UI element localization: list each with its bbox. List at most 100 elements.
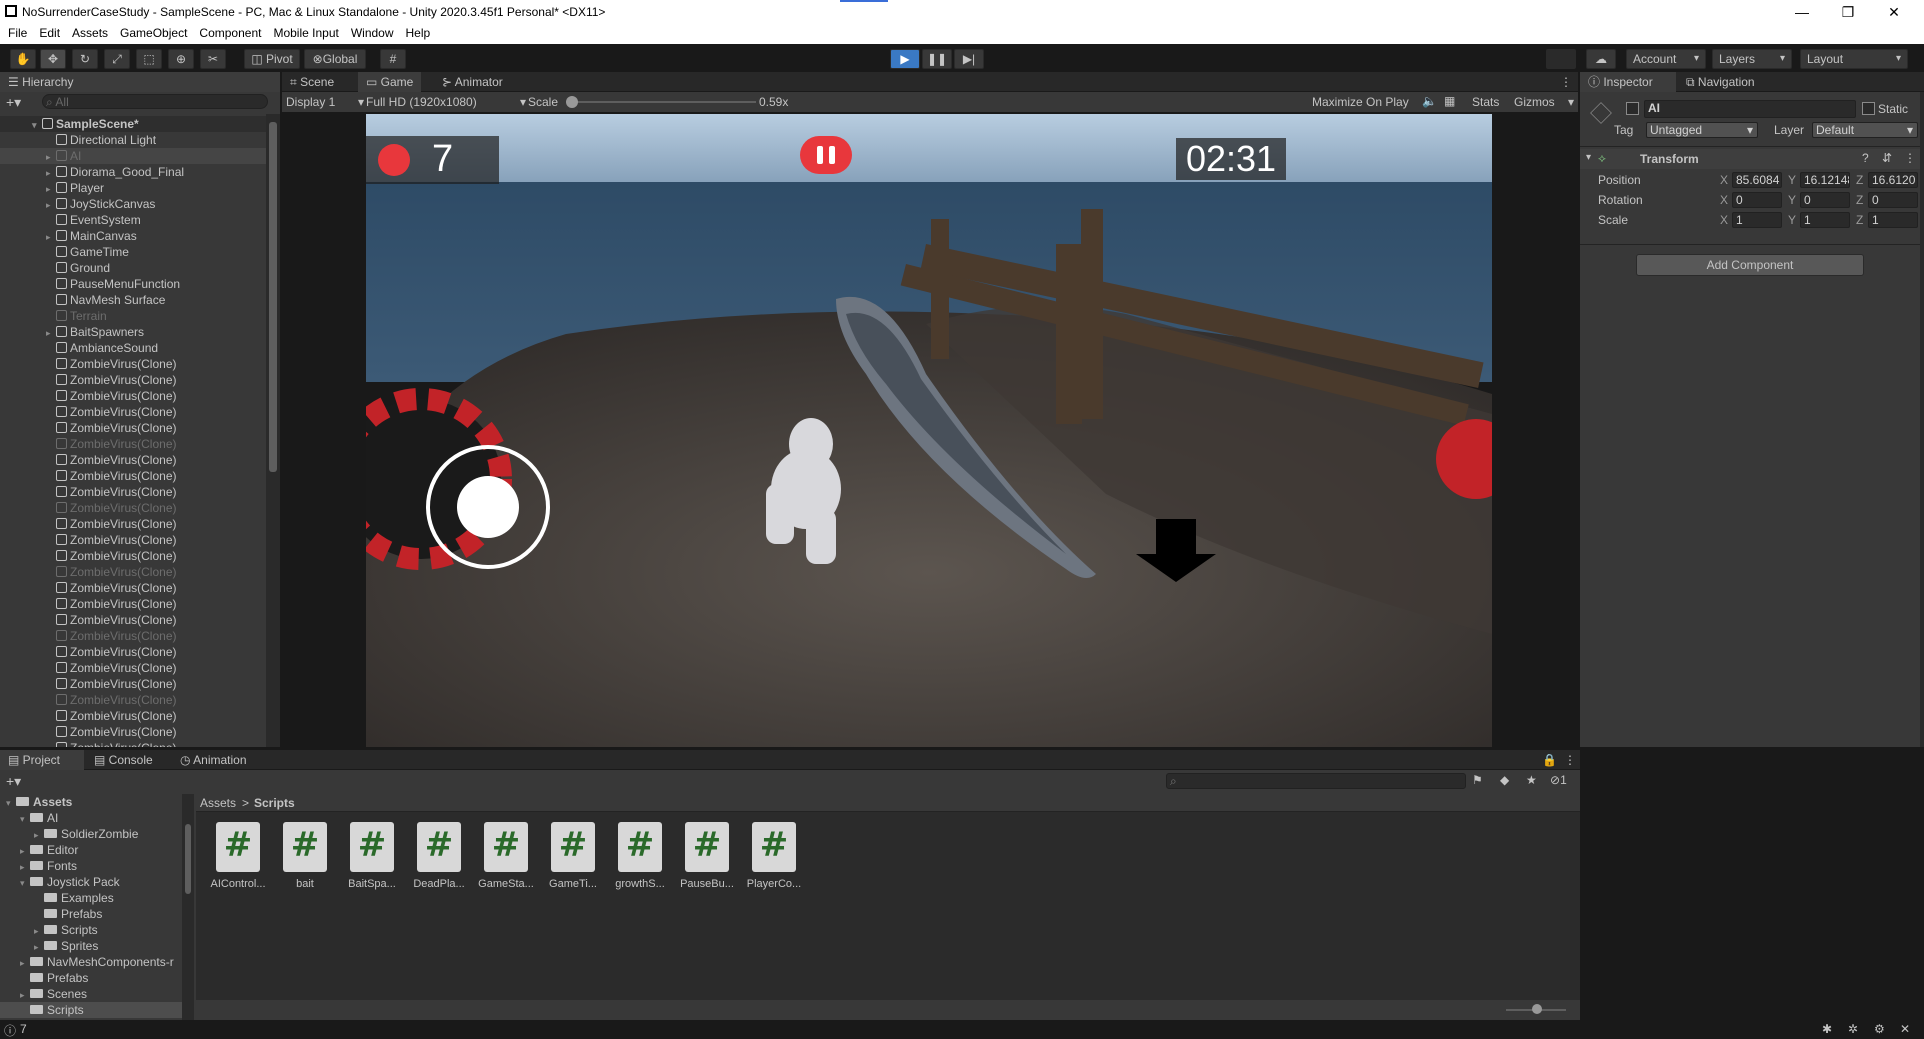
csharp-script-icon[interactable]: # (417, 822, 461, 872)
hierarchy-item[interactable]: ZombieVirus(Clone) (0, 612, 266, 628)
rect-tool-icon[interactable]: ⬚ (136, 49, 162, 69)
help-icon[interactable]: ? (1862, 151, 1869, 165)
hierarchy-item[interactable]: ZombieVirus(Clone) (0, 420, 266, 436)
hierarchy-item[interactable]: Terrain (0, 308, 266, 324)
csharp-script-icon[interactable]: # (752, 822, 796, 872)
scale-slider-handle[interactable] (566, 96, 578, 108)
csharp-script-icon[interactable]: # (618, 822, 662, 872)
folder-expand-icon[interactable]: ▾ (20, 811, 30, 827)
tab-game[interactable]: ▭ Game (358, 72, 422, 92)
position-z-field[interactable]: 16.6120 (1868, 172, 1918, 188)
grid-snap-icon[interactable]: # (380, 49, 406, 69)
hierarchy-item[interactable]: ▸ JoyStickCanvas (0, 196, 266, 212)
tab-animator[interactable]: ⊱ Animator (434, 72, 511, 92)
scale-z-field[interactable]: 1 (1868, 212, 1918, 228)
hierarchy-item[interactable]: ▸ BaitSpawners (0, 324, 266, 340)
transform-header[interactable]: ▾ ⟡ Transform ? ⇵ ⋮ (1580, 149, 1924, 169)
static-checkbox[interactable] (1862, 102, 1875, 115)
account-dropdown[interactable]: Account (1626, 49, 1706, 69)
play-button[interactable]: ▶ (890, 49, 920, 69)
project-add-icon[interactable]: +▾ (6, 773, 21, 790)
rotation-z-field[interactable]: 0 (1868, 192, 1918, 208)
expand-arrow-icon[interactable]: ▸ (46, 229, 56, 245)
menu-assets[interactable]: Assets (64, 24, 112, 40)
resolution-dropdown[interactable]: Full HD (1920x1080) ▾ (366, 95, 526, 109)
game-viewport[interactable]: 7 02:31 (366, 114, 1492, 747)
hierarchy-item[interactable]: ZombieVirus(Clone) (0, 724, 266, 740)
project-folder-item[interactable]: ▾ Joystick Pack (0, 874, 182, 890)
project-menu-icon[interactable]: ⋮ (1556, 750, 1584, 770)
hierarchy-item[interactable]: ZombieVirus(Clone) (0, 388, 266, 404)
hierarchy-item[interactable]: ZombieVirus(Clone) (0, 372, 266, 388)
hierarchy-item[interactable]: ZombieVirus(Clone) (0, 676, 266, 692)
folder-expand-icon[interactable]: ▸ (20, 955, 30, 971)
hierarchy-item[interactable]: ▸ MainCanvas (0, 228, 266, 244)
csharp-script-icon[interactable]: # (484, 822, 528, 872)
favorite-icon[interactable]: ★ (1526, 773, 1537, 787)
project-folder-item[interactable]: Examples (0, 890, 182, 906)
hierarchy-item[interactable]: ZombieVirus(Clone) (0, 692, 266, 708)
project-folder-item[interactable]: ▸ Scripts (0, 922, 182, 938)
rotation-y-field[interactable]: 0 (1800, 192, 1850, 208)
folder-expand-icon[interactable]: ▸ (20, 987, 30, 1003)
project-folder-item[interactable]: ▸ NavMeshComponents-r (0, 954, 182, 970)
move-tool-icon[interactable]: ✥ (40, 49, 66, 69)
component-menu-icon[interactable]: ⋮ (1904, 151, 1916, 165)
hierarchy-item[interactable]: ZombieVirus(Clone) (0, 740, 266, 747)
tag-dropdown[interactable]: Untagged ▾ (1646, 122, 1758, 138)
hierarchy-item[interactable]: ZombieVirus(Clone) (0, 436, 266, 452)
hierarchy-item[interactable]: ▸ Player (0, 180, 266, 196)
bake-icon[interactable]: ✲ (1848, 1022, 1858, 1036)
project-folder-item[interactable]: ▾ Assets (0, 794, 182, 810)
step-button[interactable]: ▶| (954, 49, 984, 69)
hierarchy-item[interactable]: ZombieVirus(Clone) (0, 468, 266, 484)
maximize-button[interactable]: ❐ (1828, 2, 1868, 22)
hierarchy-item[interactable]: ZombieVirus(Clone) (0, 532, 266, 548)
folder-expand-icon[interactable]: ▸ (20, 859, 30, 875)
tab-project[interactable]: ▤ Project (0, 750, 84, 770)
hierarchy-item[interactable]: ZombieVirus(Clone) (0, 516, 266, 532)
maximize-on-play-toggle[interactable]: Maximize On Play (1312, 95, 1409, 109)
active-checkbox[interactable] (1626, 102, 1639, 115)
filter-type-icon[interactable]: ⚑ (1472, 773, 1483, 787)
expand-arrow-icon[interactable]: ▸ (46, 165, 56, 181)
hierarchy-item[interactable]: ZombieVirus(Clone) (0, 404, 266, 420)
position-x-field[interactable]: 85.6084 (1732, 172, 1782, 188)
preset-icon[interactable]: ⇵ (1882, 151, 1892, 165)
project-folder-item[interactable]: ▾ AI (0, 810, 182, 826)
pause-button[interactable]: ❚❚ (922, 49, 952, 69)
collab-status-icon[interactable]: ✕ (1900, 1022, 1910, 1036)
scale-slider-track[interactable] (568, 101, 756, 103)
tab-hierarchy[interactable]: ☰ Hierarchy (0, 72, 280, 92)
collab-icon[interactable] (1546, 49, 1576, 69)
folder-expand-icon[interactable]: ▸ (34, 923, 44, 939)
scale-x-field[interactable]: 1 (1732, 212, 1782, 228)
game-pause-button[interactable] (800, 136, 852, 174)
hierarchy-item[interactable]: ZombieVirus(Clone) (0, 564, 266, 580)
project-folder-item[interactable]: ▸ Fonts (0, 858, 182, 874)
hierarchy-item[interactable]: PauseMenuFunction (0, 276, 266, 292)
project-folder-item[interactable]: ▸ Scenes (0, 986, 182, 1002)
csharp-script-icon[interactable]: # (350, 822, 394, 872)
menu-window[interactable]: Window (343, 24, 398, 40)
csharp-script-icon[interactable]: # (685, 822, 729, 872)
minimize-button[interactable]: — (1782, 2, 1822, 22)
hierarchy-item[interactable]: Ground (0, 260, 266, 276)
hierarchy-item[interactable]: NavMesh Surface (0, 292, 266, 308)
tab-navigation[interactable]: ⧉ Navigation (1678, 72, 1763, 92)
layer-dropdown[interactable]: Default ▾ (1812, 122, 1918, 138)
rotation-x-field[interactable]: 0 (1732, 192, 1782, 208)
project-search-input[interactable]: ⌕ (1166, 773, 1466, 789)
breadcrumb-assets[interactable]: Assets (200, 796, 236, 810)
project-tree-scrollbar[interactable] (182, 794, 194, 1020)
hidden-packages-icon[interactable]: ⊘1 (1550, 773, 1567, 787)
tab-console[interactable]: ▤ Console (86, 750, 161, 770)
menu-help[interactable]: Help (398, 24, 435, 40)
hierarchy-item[interactable]: ZombieVirus(Clone) (0, 548, 266, 564)
display-dropdown[interactable]: Display 1 ▾ (286, 95, 364, 109)
hierarchy-item[interactable]: Directional Light (0, 132, 266, 148)
custom-tool-icon[interactable]: ✂ (200, 49, 226, 69)
project-folder-item[interactable]: Prefabs (0, 906, 182, 922)
csharp-script-icon[interactable]: # (551, 822, 595, 872)
project-folder-item[interactable]: ▸ SoldierZombie (0, 826, 182, 842)
